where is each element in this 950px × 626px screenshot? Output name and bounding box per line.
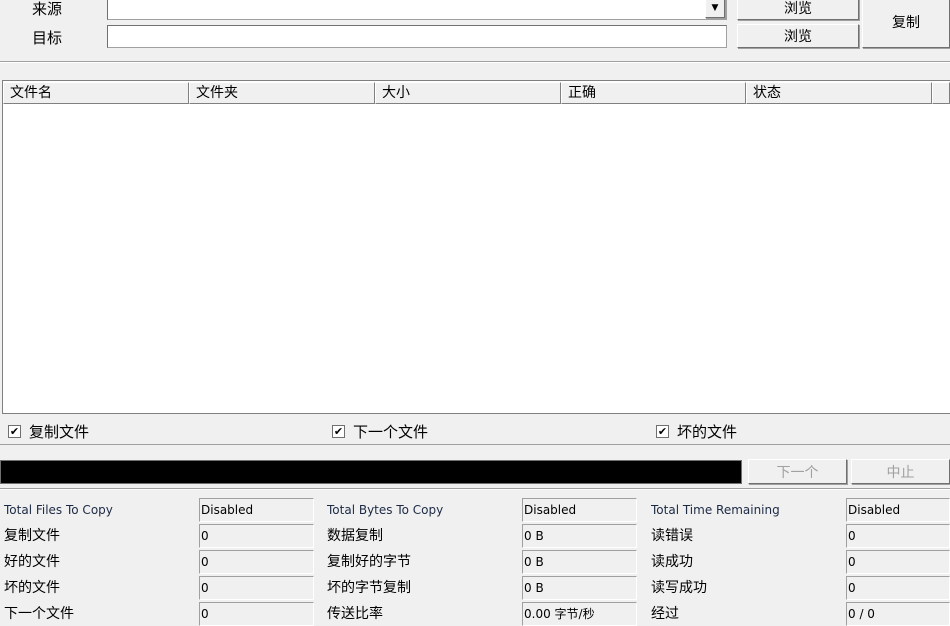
stat-label: Total Time Remaining: [651, 503, 780, 517]
target-input[interactable]: [107, 25, 727, 48]
stat-label: 下一个文件: [4, 606, 74, 622]
checkbox-label: 复制文件: [29, 423, 90, 441]
copy-button[interactable]: 复制: [862, 0, 950, 48]
stat-label: 坏的字节复制: [327, 580, 411, 596]
stat-label: Total Files To Copy: [4, 503, 113, 517]
checkbox-label: 坏的文件: [677, 423, 738, 441]
stat-label: 坏的文件: [4, 580, 60, 596]
stat-label: Total Bytes To Copy: [327, 503, 444, 517]
stat-label: 复制文件: [4, 528, 60, 544]
target-label: 目标: [32, 29, 63, 47]
checkbox-bad-files[interactable]: ✔ 坏的文件: [656, 421, 737, 442]
stat-value: Disabled: [522, 498, 637, 522]
stat-value: 0: [846, 550, 950, 574]
checkbox-checked-icon[interactable]: ✔: [8, 425, 21, 438]
stat-label: 读错误: [651, 528, 693, 544]
stat-value: 0 B: [522, 550, 637, 574]
checkbox-next-file[interactable]: ✔ 下一个文件: [332, 421, 428, 442]
stat-value: Disabled: [199, 498, 314, 522]
column-header-size[interactable]: 大小: [375, 82, 561, 104]
file-list[interactable]: [2, 80, 950, 414]
stat-value: 0 B: [522, 576, 637, 600]
stat-value: 0 / 0: [846, 602, 950, 626]
stat-value: 0.00 字节/秒: [522, 602, 637, 626]
source-label: 来源: [32, 0, 63, 18]
stat-value: 0: [846, 576, 950, 600]
stat-label: 数据复制: [327, 528, 383, 544]
stat-label: 传送比率: [327, 606, 383, 622]
checkbox-checked-icon[interactable]: ✔: [332, 425, 345, 438]
stat-value: 0: [199, 576, 314, 600]
column-header-filler: [932, 82, 950, 104]
column-header-status[interactable]: 状态: [746, 82, 932, 104]
column-header-folder[interactable]: 文件夹: [189, 82, 375, 104]
target-browse-button[interactable]: 浏览: [737, 24, 859, 48]
checkbox-checked-icon[interactable]: ✔: [656, 425, 669, 438]
stat-label: 读成功: [651, 554, 693, 570]
stat-value: 0 B: [522, 524, 637, 548]
stat-value: 0: [846, 524, 950, 548]
stat-value: 0: [199, 524, 314, 548]
divider: [0, 61, 950, 63]
stat-label: 复制好的字节: [327, 554, 411, 570]
source-browse-button[interactable]: 浏览: [737, 0, 859, 20]
column-header-correct[interactable]: 正确: [561, 82, 746, 104]
progress-bar: [0, 460, 742, 484]
stat-value: 0: [199, 602, 314, 626]
stat-value: Disabled: [846, 498, 950, 522]
checkbox-copy-files[interactable]: ✔ 复制文件: [8, 421, 89, 442]
stat-label: 经过: [651, 606, 679, 622]
checkbox-label: 下一个文件: [353, 423, 429, 441]
source-combobox[interactable]: ▼: [107, 0, 727, 20]
dropdown-arrow-icon[interactable]: ▼: [705, 0, 725, 18]
stat-value: 0: [199, 550, 314, 574]
stat-label: 读写成功: [651, 580, 707, 596]
column-header-filename[interactable]: 文件名: [3, 82, 189, 104]
options-panel: [0, 414, 950, 445]
next-button[interactable]: 下一个: [748, 459, 847, 484]
stat-label: 好的文件: [4, 554, 60, 570]
divider: [0, 488, 950, 490]
abort-button[interactable]: 中止: [851, 459, 950, 484]
